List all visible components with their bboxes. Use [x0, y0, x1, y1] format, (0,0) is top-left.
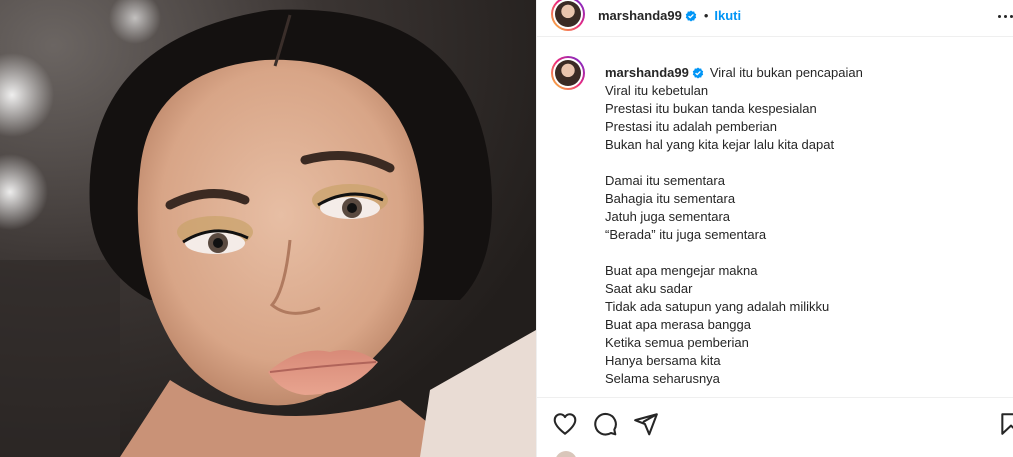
caption-line: Buat apa mengejar makna	[605, 263, 758, 278]
caption-line: Tidak ada satupun yang adalah milikku	[605, 299, 830, 314]
caption-line: Damai itu sementara	[605, 173, 725, 188]
verified-badge-icon	[685, 10, 697, 21]
caption-line: Buat apa merasa bangga	[605, 317, 751, 332]
caption-line: Viral itu kebetulan	[605, 83, 709, 98]
post-side-panel: marshanda99 • Ikuti marshanda99 Viral it…	[536, 0, 1013, 457]
comment-icon[interactable]	[592, 411, 618, 437]
post-caption: marshanda99 Viral itu bukan pencapaian V…	[605, 64, 1005, 388]
caption-line: Saat aku sadar	[605, 281, 693, 296]
caption-line: Hanya bersama kita	[605, 353, 721, 368]
author-avatar[interactable]	[551, 0, 585, 31]
caption-line: Selama seharusnya	[605, 371, 720, 386]
post-header: marshanda99 • Ikuti	[537, 0, 1013, 37]
more-options-icon[interactable]	[993, 8, 1013, 24]
paper-plane-icon[interactable]	[633, 411, 659, 437]
author-info: marshanda99 • Ikuti	[598, 8, 741, 23]
caption-line: Jatuh juga sementara	[605, 209, 731, 224]
caption-line: Prestasi itu adalah pemberian	[605, 119, 777, 134]
caption-line: “Berada” itu juga sementara	[605, 227, 767, 242]
post-photo[interactable]	[0, 0, 536, 457]
caption-first-line: Viral itu bukan pencapaian	[709, 65, 863, 80]
caption-line: Ketika semua pemberian	[605, 335, 749, 350]
follow-button[interactable]: Ikuti	[714, 8, 741, 23]
caption-username[interactable]: marshanda99	[605, 64, 689, 82]
bookmark-icon[interactable]	[998, 411, 1013, 437]
caption-line: Bahagia itu sementara	[605, 191, 736, 206]
caption-line: Bukan hal yang kita kejar lalu kita dapa…	[605, 137, 835, 152]
post-actions-bar	[537, 397, 1013, 457]
portrait-image	[0, 0, 536, 457]
heart-icon[interactable]	[552, 411, 578, 437]
verified-badge-icon	[692, 67, 704, 79]
separator-dot: •	[703, 8, 709, 23]
author-username[interactable]: marshanda99	[598, 8, 682, 23]
caption-line: Prestasi itu bukan tanda kespesialan	[605, 101, 817, 116]
caption-author-avatar[interactable]	[551, 56, 585, 90]
